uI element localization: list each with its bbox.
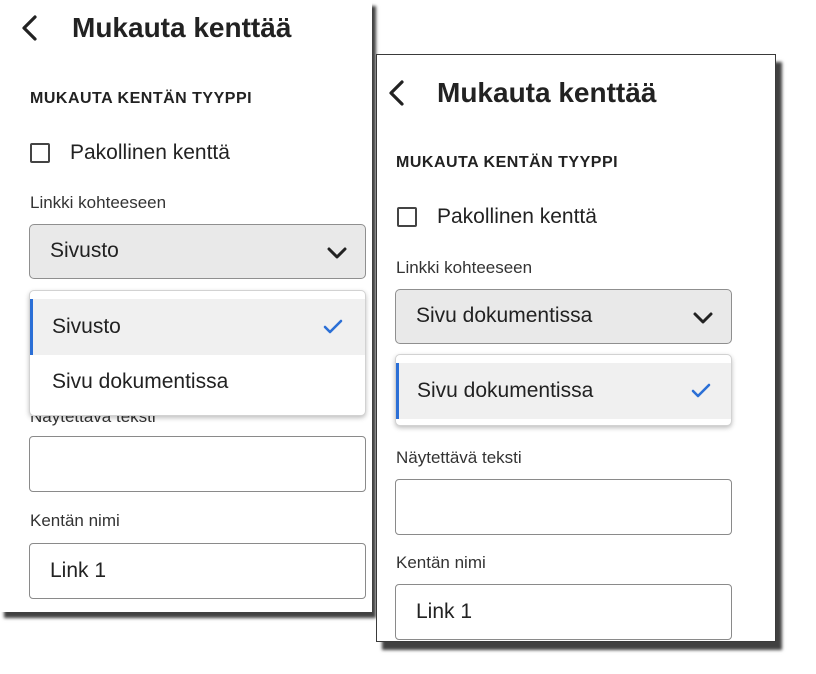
display-text-label: Näytettävä teksti [396, 448, 522, 467]
chevron-down-icon [693, 312, 713, 324]
dropdown-option-sivusto[interactable]: Sivusto [30, 299, 365, 355]
field-name-value: Link 1 [416, 600, 473, 623]
section-heading: MUKAUTA KENTÄN TYYPPI [30, 90, 253, 107]
dropdown-option-sivu-dokumentissa[interactable]: Sivu dokumentissa [396, 363, 731, 419]
customize-field-panel-right: Mukauta kenttää MUKAUTA KENTÄN TYYPPI Pa… [376, 54, 776, 642]
required-checkbox-label[interactable]: Pakollinen kenttä [437, 205, 597, 229]
field-name-value: Link 1 [50, 559, 107, 582]
dropdown-option-label: Sivusto [52, 315, 121, 338]
field-name-input[interactable]: Link 1 [29, 543, 366, 599]
link-to-dropdown-menu: Sivusto Sivu dokumentissa [29, 290, 366, 416]
page-title: Mukauta kenttää [72, 12, 292, 43]
link-to-select[interactable]: Sivu dokumentissa [395, 289, 732, 344]
dropdown-option-sivu-dokumentissa[interactable]: Sivu dokumentissa [30, 355, 365, 411]
display-text-input[interactable] [395, 479, 732, 535]
link-to-label: Linkki kohteeseen [396, 258, 533, 277]
link-to-select[interactable]: Sivusto [29, 224, 366, 279]
checkmark-icon [691, 383, 711, 398]
link-to-select-value: Sivu dokumentissa [416, 304, 593, 327]
link-to-dropdown-menu: Sivu dokumentissa [395, 354, 732, 426]
display-text-input[interactable] [29, 436, 366, 492]
required-checkbox[interactable] [397, 207, 417, 227]
customize-field-panel-left: Mukauta kenttää MUKAUTA KENTÄN TYYPPI Pa… [0, 0, 372, 612]
field-name-input[interactable]: Link 1 [395, 584, 732, 640]
dropdown-option-label: Sivu dokumentissa [52, 370, 229, 393]
section-heading: MUKAUTA KENTÄN TYYPPI [396, 154, 619, 171]
required-checkbox[interactable] [30, 143, 50, 163]
back-chevron-icon[interactable] [383, 77, 409, 109]
link-to-label: Linkki kohteeseen [30, 193, 167, 212]
field-name-label: Kentän nimi [396, 553, 486, 572]
back-chevron-icon[interactable] [16, 12, 42, 44]
chevron-down-icon [327, 247, 347, 259]
required-checkbox-label[interactable]: Pakollinen kenttä [70, 141, 230, 165]
link-to-select-value: Sivusto [50, 239, 119, 262]
dropdown-option-label: Sivu dokumentissa [417, 379, 594, 402]
field-name-label: Kentän nimi [30, 511, 120, 530]
page-title: Mukauta kenttää [437, 77, 657, 108]
checkmark-icon [323, 319, 343, 334]
display-text-label-wrapper: Näytettävä teksti [30, 416, 230, 428]
display-text-label: Näytettävä teksti [30, 416, 156, 426]
